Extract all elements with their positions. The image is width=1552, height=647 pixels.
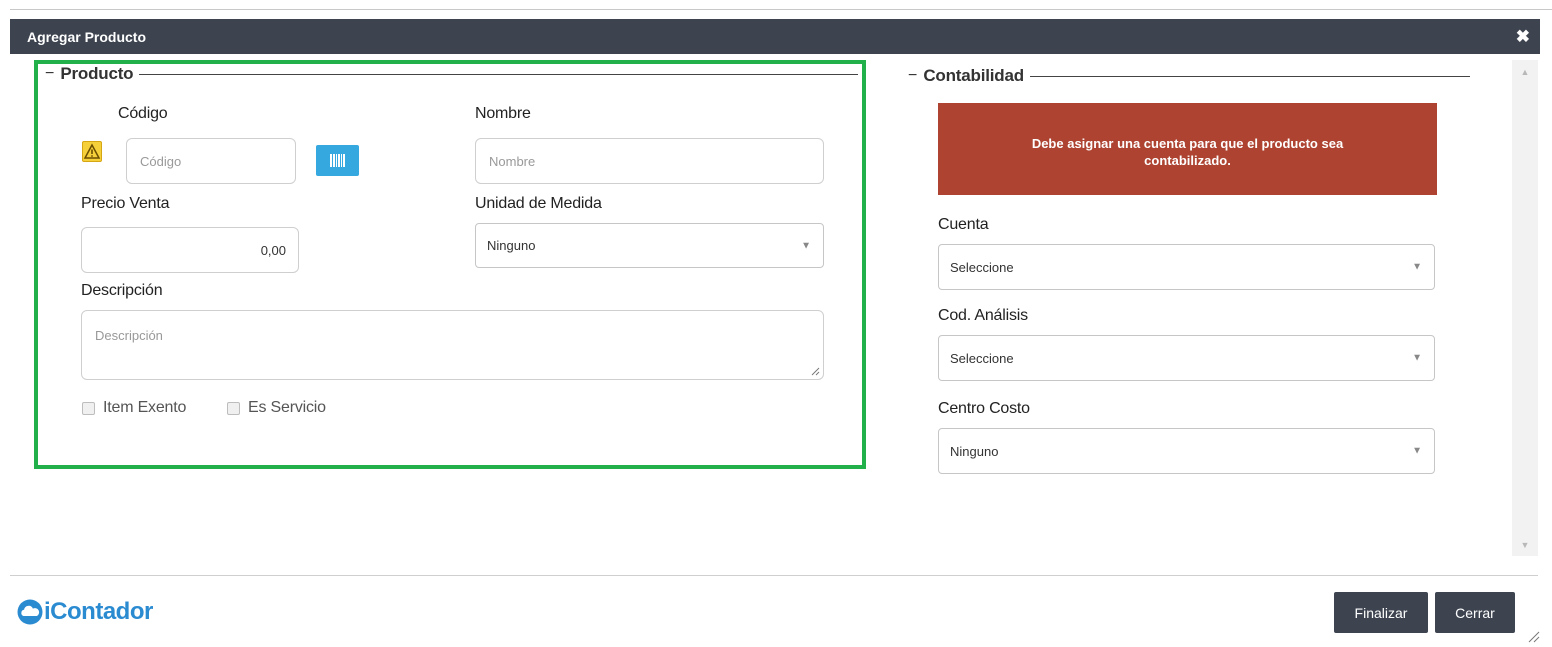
producto-legend-title: Producto [60, 64, 134, 83]
cuenta-warning-alert: Debe asignar una cuenta para que el prod… [938, 103, 1437, 195]
precio-venta-input[interactable]: 0,00 [81, 227, 299, 273]
nombre-label: Nombre [475, 105, 531, 122]
cuenta-select[interactable]: Seleccione ▼ [938, 244, 1435, 290]
dialog-resize-handle-icon[interactable] [1528, 631, 1540, 643]
close-icon[interactable]: ✖ [1516, 19, 1530, 55]
icontador-logo: iContador [17, 598, 153, 626]
top-divider [10, 9, 1552, 10]
contabilidad-legend-title: Contabilidad [923, 66, 1024, 85]
collapse-toggle-icon[interactable]: − [45, 65, 54, 83]
cerrar-button[interactable]: Cerrar [1435, 592, 1515, 633]
cod-analisis-value: Seleccione [950, 350, 1014, 366]
barcode-button[interactable] [316, 145, 359, 176]
resize-grip-icon[interactable] [811, 367, 820, 376]
scroll-down-arrow-icon[interactable]: ▼ [1512, 540, 1538, 550]
precio-venta-label: Precio Venta [81, 195, 170, 212]
descripcion-textarea[interactable]: Descripción [81, 310, 824, 380]
logo-text: iContador [44, 598, 153, 625]
cloud-icon [17, 599, 43, 625]
descripcion-placeholder: Descripción [95, 328, 163, 343]
nombre-input[interactable]: Nombre [475, 138, 824, 184]
chevron-down-icon: ▼ [801, 240, 811, 251]
codigo-label: Código [118, 105, 168, 122]
item-exento-label: Item Exento [103, 399, 187, 416]
cod-analisis-label: Cod. Análisis [938, 307, 1028, 324]
dialog-titlebar: Agregar Producto ✖ [10, 19, 1540, 54]
es-servicio-checkbox[interactable] [227, 401, 240, 415]
producto-legend: − Producto [45, 64, 858, 84]
centro-costo-value: Ninguno [950, 443, 999, 459]
legend-rule [139, 73, 858, 75]
unidad-medida-label: Unidad de Medida [475, 195, 602, 212]
legend-rule [1029, 75, 1470, 77]
item-exento-checkbox[interactable] [82, 401, 95, 415]
unidad-medida-select[interactable]: Ninguno ▼ [475, 223, 824, 268]
warning-icon[interactable] [82, 141, 102, 162]
chevron-down-icon: ▼ [1412, 445, 1422, 457]
es-servicio-option[interactable]: Es Servicio [227, 399, 326, 417]
descripcion-label: Descripción [81, 282, 163, 299]
cuenta-label: Cuenta [938, 216, 989, 233]
scroll-up-arrow-icon[interactable]: ▲ [1512, 67, 1538, 77]
cod-analisis-select[interactable]: Seleccione ▼ [938, 335, 1435, 381]
item-exento-option[interactable]: Item Exento [82, 399, 186, 417]
barcode-icon [330, 154, 345, 167]
es-servicio-label: Es Servicio [248, 399, 326, 416]
finalizar-button[interactable]: Finalizar [1334, 592, 1428, 633]
dialog-title: Agregar Producto [27, 29, 147, 45]
chevron-down-icon: ▼ [1412, 261, 1422, 273]
footer-divider [10, 575, 1538, 576]
chevron-down-icon: ▼ [1412, 352, 1422, 364]
centro-costo-select[interactable]: Ninguno ▼ [938, 428, 1435, 474]
unidad-medida-value: Ninguno [487, 238, 536, 253]
cuenta-value: Seleccione [950, 259, 1014, 275]
collapse-toggle-icon[interactable]: − [908, 67, 917, 85]
centro-costo-label: Centro Costo [938, 400, 1030, 417]
contabilidad-legend: − Contabilidad [908, 66, 1470, 86]
vertical-scrollbar[interactable]: ▲ ▼ [1512, 60, 1538, 556]
codigo-input[interactable]: Código [126, 138, 296, 184]
